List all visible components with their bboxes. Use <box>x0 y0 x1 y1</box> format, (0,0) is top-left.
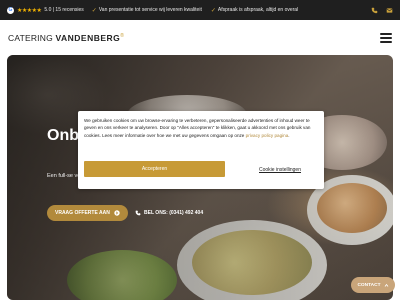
logo-mark: ® <box>120 32 125 39</box>
phone-icon <box>135 210 141 216</box>
call-us-link[interactable]: BEL ONS: (0341) 492 404 <box>135 205 203 221</box>
usp-item: ✓ Afspraak is afspraak, altijd en overal <box>211 7 298 14</box>
check-icon: ✓ <box>91 7 97 14</box>
check-icon: ✓ <box>210 7 216 14</box>
request-quote-button[interactable]: VRAAG OFFERTE AAN <box>47 205 128 221</box>
site-logo[interactable]: CATERING VANDENBERG® <box>8 33 124 43</box>
usp-item: ✓ Van presentatie tot service wij levere… <box>92 7 202 14</box>
cookie-settings-link[interactable]: Cookie instellingen <box>259 167 301 173</box>
usp-text: Van presentatie tot service wij leveren … <box>98 7 202 13</box>
rating-stars: ★★★★★ <box>17 7 42 14</box>
phone-icon[interactable] <box>371 7 378 14</box>
top-contact-icons <box>371 7 393 14</box>
logo-text-bold: VANDENBERG <box>55 32 121 43</box>
menu-icon[interactable] <box>380 32 392 43</box>
cookie-body-suffix: . <box>288 132 290 138</box>
arrow-right-icon <box>114 210 120 216</box>
cookie-message: We gebruiken cookies om uw browse-ervari… <box>84 117 318 139</box>
call-us-label: BEL ONS: (0341) 492 404 <box>144 210 204 216</box>
logo-text-light: CATERING <box>8 32 56 43</box>
contact-button[interactable]: CONTACT <box>351 277 395 293</box>
top-bar: G ★★★★★ 5.0 | 15 recensies ✓ Van present… <box>0 0 400 20</box>
mail-icon[interactable] <box>386 7 393 14</box>
rating-text[interactable]: 5.0 | 15 recensies <box>44 7 83 13</box>
accept-cookies-button[interactable]: Accepteren <box>84 161 225 177</box>
request-quote-label: VRAAG OFFERTE AAN <box>55 210 110 216</box>
privacy-policy-link[interactable]: privacy policy pagina <box>246 133 289 138</box>
cookie-consent-dialog: We gebruiken cookies om uw browse-ervari… <box>78 111 324 189</box>
usp-text: Afspraak is afspraak, altijd en overal <box>217 7 299 13</box>
chevron-up-icon <box>384 283 388 287</box>
site-header: CATERING VANDENBERG® <box>0 20 400 55</box>
contact-label: CONTACT <box>357 282 381 288</box>
google-logo-icon: G <box>7 6 14 14</box>
